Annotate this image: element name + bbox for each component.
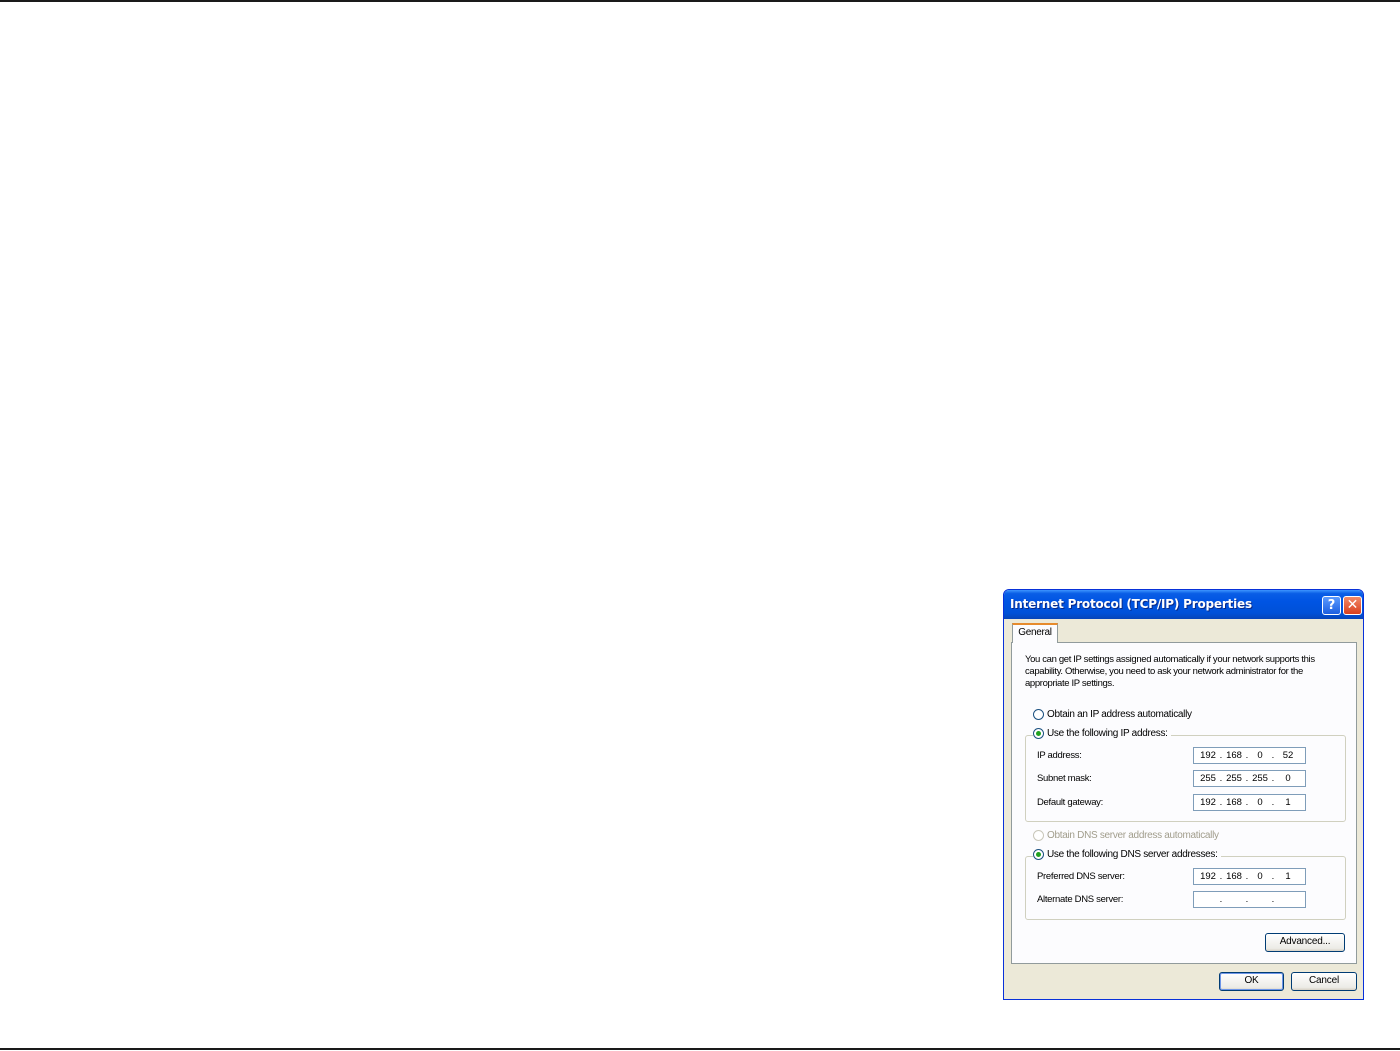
octet-dot: . (1271, 750, 1275, 761)
question-icon: ? (1327, 598, 1336, 613)
octet-dot: . (1271, 773, 1275, 784)
use-following-ip-radio[interactable] (1033, 728, 1044, 739)
help-button[interactable]: ? (1322, 596, 1341, 615)
ip-octet-1: 192 (1200, 750, 1216, 761)
ip-address-field[interactable]: 192 . 168 . 0 . 52 (1193, 747, 1306, 764)
subnet-mask-label: Subnet mask: (1037, 773, 1092, 784)
preferred-dns-field[interactable]: 192 . 168 . 0 . 1 (1193, 868, 1306, 885)
ok-button[interactable]: OK (1219, 972, 1284, 991)
tcpip-properties-dialog: Internet Protocol (TCP/IP) Properties ? … (1003, 589, 1364, 1000)
octet-dot: . (1245, 894, 1249, 905)
gw-octet-1: 192 (1200, 797, 1216, 808)
obtain-dns-auto-option[interactable]: Obtain DNS server address automatically (1033, 830, 1219, 841)
bottom-rule (0, 1048, 1400, 1050)
cancel-button[interactable]: Cancel (1291, 972, 1357, 991)
obtain-dns-auto-radio[interactable] (1033, 830, 1044, 841)
dns-server-group: Preferred DNS server: 192 . 168 . 0 . 1 … (1025, 856, 1346, 920)
use-following-ip-label: Use the following IP address: (1047, 728, 1168, 740)
octet-dot: . (1219, 894, 1223, 905)
dialog-title: Internet Protocol (TCP/IP) Properties (1010, 597, 1252, 611)
octet-dot: . (1271, 894, 1275, 905)
use-following-dns-option[interactable]: Use the following DNS server addresses: (1033, 849, 1221, 861)
pdns-octet-1: 192 (1200, 871, 1216, 882)
obtain-ip-auto-option[interactable]: Obtain an IP address automatically (1033, 709, 1192, 720)
default-gateway-field[interactable]: 192 . 168 . 0 . 1 (1193, 794, 1306, 811)
use-following-dns-label: Use the following DNS server addresses: (1047, 849, 1218, 861)
advanced-button[interactable]: Advanced... (1265, 933, 1345, 952)
use-following-ip-option[interactable]: Use the following IP address: (1033, 728, 1171, 740)
pdns-octet-4: 1 (1285, 871, 1291, 882)
mask-octet-4: 0 (1285, 773, 1291, 784)
obtain-dns-auto-label: Obtain DNS server address automatically (1047, 830, 1219, 842)
title-bar[interactable]: Internet Protocol (TCP/IP) Properties ? … (1004, 590, 1363, 619)
mask-octet-2: 255 (1226, 773, 1242, 784)
tab-general[interactable]: General (1012, 623, 1058, 643)
close-button[interactable]: ✕ (1343, 596, 1362, 615)
use-following-dns-radio[interactable] (1033, 849, 1044, 860)
pdns-octet-2: 168 (1226, 871, 1242, 882)
obtain-ip-auto-radio[interactable] (1033, 709, 1044, 720)
close-icon: ✕ (1346, 597, 1359, 613)
preferred-dns-label: Preferred DNS server: (1037, 871, 1125, 882)
general-tab-panel: You can get IP settings assigned automat… (1011, 642, 1357, 964)
gw-octet-3: 0 (1257, 797, 1263, 808)
ip-octet-3: 0 (1257, 750, 1263, 761)
subnet-mask-field[interactable]: 255 . 255 . 255 . 0 (1193, 770, 1306, 787)
ip-address-label: IP address: (1037, 750, 1082, 761)
ip-octet-4: 52 (1282, 750, 1294, 761)
gw-octet-4: 1 (1285, 797, 1291, 808)
mask-octet-1: 255 (1200, 773, 1216, 784)
obtain-ip-auto-label: Obtain an IP address automatically (1047, 709, 1192, 721)
octet-dot: . (1271, 871, 1275, 882)
ip-octet-2: 168 (1226, 750, 1242, 761)
alternate-dns-field[interactable]: . . . (1193, 891, 1306, 908)
top-rule (0, 0, 1400, 2)
default-gateway-label: Default gateway: (1037, 797, 1103, 808)
pdns-octet-3: 0 (1257, 871, 1263, 882)
gw-octet-2: 168 (1226, 797, 1242, 808)
octet-dot: . (1271, 797, 1275, 808)
intro-text: You can get IP settings assigned automat… (1025, 654, 1315, 689)
ip-address-group: IP address: 192 . 168 . 0 . 52 Subnet ma… (1025, 735, 1346, 822)
mask-octet-3: 255 (1252, 773, 1268, 784)
alternate-dns-label: Alternate DNS server: (1037, 894, 1124, 905)
